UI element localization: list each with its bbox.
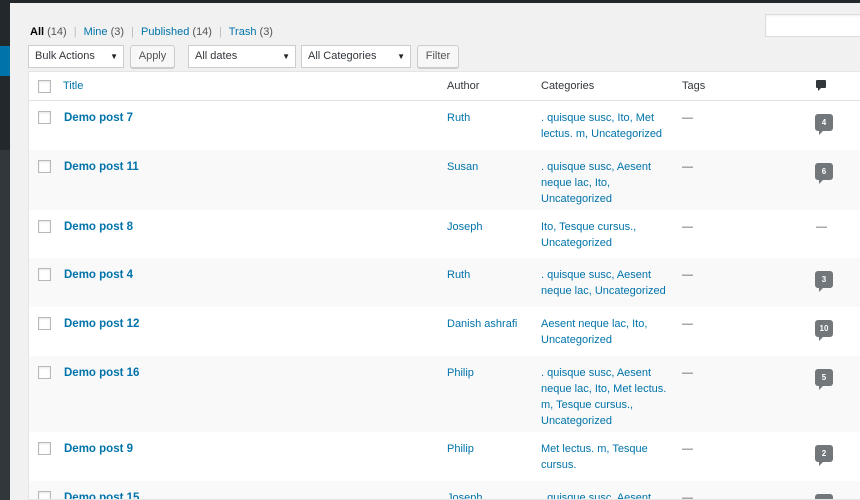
post-status-views: All (14) | Mine (3) | Published (14) | T… xyxy=(30,26,273,38)
post-title-link[interactable]: Demo post 16 xyxy=(64,365,139,381)
post-tags: — xyxy=(682,269,693,281)
chevron-down-icon: ▼ xyxy=(282,52,290,61)
view-all-count: (14) xyxy=(47,26,67,38)
categories-select[interactable]: All Categories ▼ xyxy=(301,45,411,68)
post-categories[interactable]: . quisque susc, Aesent neque lac, Ito, M… xyxy=(541,365,669,429)
post-comments-none: — xyxy=(816,221,827,233)
select-all-checkbox[interactable] xyxy=(38,80,51,93)
view-trash-link[interactable]: Trash xyxy=(229,26,257,38)
comment-count-bubble[interactable]: 10 xyxy=(815,320,833,341)
comment-count-bubble[interactable]: 6 xyxy=(815,163,833,184)
table-row: Demo post 12 Danish ashrafi Aesent neque… xyxy=(29,307,860,356)
view-published-link[interactable]: Published xyxy=(141,26,189,38)
table-row: Demo post 11 Susan . quisque susc, Aesen… xyxy=(29,150,860,210)
view-published-count: (14) xyxy=(192,26,212,38)
sidebar-item-posts[interactable] xyxy=(0,46,10,76)
post-title-link[interactable]: Demo post 7 xyxy=(64,110,133,126)
view-mine-link[interactable]: Mine xyxy=(84,26,108,38)
post-title-link[interactable]: Demo post 15 xyxy=(64,490,139,499)
post-author-link[interactable]: Philip xyxy=(447,441,474,457)
comment-count-bubble[interactable]: 4 xyxy=(815,114,833,135)
apply-button[interactable]: Apply xyxy=(130,45,175,68)
table-row: Demo post 7 Ruth . quisque susc, Ito, Me… xyxy=(29,101,860,150)
view-separator: | xyxy=(73,26,77,38)
post-author-link[interactable]: Ruth xyxy=(447,267,470,283)
row-checkbox[interactable] xyxy=(38,366,51,379)
row-checkbox[interactable] xyxy=(38,491,51,499)
posts-table: Title Author Categories Tags Demo post 7… xyxy=(28,71,860,500)
post-categories[interactable]: Aesent neque lac, Ito, Uncategorized xyxy=(541,316,669,348)
table-row: Demo post 4 Ruth . quisque susc, Aesent … xyxy=(29,258,860,307)
post-title-link[interactable]: Demo post 12 xyxy=(64,316,139,332)
post-tags: — xyxy=(682,318,693,330)
post-categories[interactable]: . quisque susc, Aesent xyxy=(541,490,669,499)
table-header: Title Author Categories Tags xyxy=(29,72,860,101)
post-author-link[interactable]: Susan xyxy=(447,159,478,175)
bulk-actions-select[interactable]: Bulk Actions ▼ xyxy=(28,45,124,68)
comment-count-bubble[interactable]: 2 xyxy=(815,494,833,499)
categories-value: All Categories xyxy=(308,50,377,62)
post-title-link[interactable]: Demo post 8 xyxy=(64,219,133,235)
bulk-actions-value: Bulk Actions xyxy=(35,50,95,62)
comment-count-bubble[interactable]: 2 xyxy=(815,445,833,466)
post-tags: — xyxy=(682,161,693,173)
row-checkbox[interactable] xyxy=(38,220,51,233)
post-tags: — xyxy=(682,367,693,379)
column-tags-header: Tags xyxy=(682,80,706,92)
admin-sidebar-submenu xyxy=(0,150,10,500)
chevron-down-icon: ▼ xyxy=(397,52,405,61)
post-tags: — xyxy=(682,221,693,233)
comment-count-bubble[interactable]: 5 xyxy=(815,369,833,390)
column-title-header[interactable]: Title xyxy=(63,80,83,92)
table-row: Demo post 16 Philip . quisque susc, Aese… xyxy=(29,356,860,432)
post-categories[interactable]: . quisque susc, Aesent neque lac, Uncate… xyxy=(541,267,669,299)
post-categories[interactable]: Met lectus. m, Tesque cursus. xyxy=(541,441,669,473)
row-checkbox[interactable] xyxy=(38,317,51,330)
admin-bar xyxy=(0,0,860,3)
sidebar-current-arrow xyxy=(10,53,18,69)
table-row: Demo post 9 Philip Met lectus. m, Tesque… xyxy=(29,432,860,481)
post-categories[interactable]: . quisque susc, Ito, Met lectus. m, Unca… xyxy=(541,110,669,142)
comment-count-bubble[interactable]: 3 xyxy=(815,271,833,292)
search-input[interactable] xyxy=(765,14,860,37)
view-trash-count: (3) xyxy=(259,26,273,38)
post-title-link[interactable]: Demo post 9 xyxy=(64,441,133,457)
table-row: Demo post 15 Joseph . quisque susc, Aese… xyxy=(29,481,860,500)
dates-select[interactable]: All dates ▼ xyxy=(188,45,296,68)
post-tags: — xyxy=(682,492,693,500)
column-author-header: Author xyxy=(447,80,480,92)
row-checkbox[interactable] xyxy=(38,160,51,173)
post-tags: — xyxy=(682,112,693,124)
column-categories-header: Categories xyxy=(541,80,595,92)
row-checkbox[interactable] xyxy=(38,442,51,455)
view-all-link[interactable]: All xyxy=(30,26,44,38)
comments-column-icon[interactable] xyxy=(816,80,826,91)
row-checkbox[interactable] xyxy=(38,268,51,281)
row-checkbox[interactable] xyxy=(38,111,51,124)
post-author-link[interactable]: Ruth xyxy=(447,110,470,126)
post-tags: — xyxy=(682,443,693,455)
post-author-link[interactable]: Joseph xyxy=(447,219,482,235)
post-author-link[interactable]: Joseph xyxy=(447,490,482,499)
post-author-link[interactable]: Philip xyxy=(447,365,474,381)
chevron-down-icon: ▼ xyxy=(110,52,118,61)
filter-button[interactable]: Filter xyxy=(417,45,459,68)
post-title-link[interactable]: Demo post 11 xyxy=(64,159,139,175)
view-separator: | xyxy=(131,26,134,38)
table-row: Demo post 8 Joseph Ito, Tesque cursus., … xyxy=(29,210,860,258)
dates-value: All dates xyxy=(195,50,238,62)
view-mine-count: (3) xyxy=(110,26,125,38)
post-author-link[interactable]: Danish ashrafi xyxy=(447,316,517,332)
post-categories[interactable]: . quisque susc, Aesent neque lac, Ito, U… xyxy=(541,159,669,207)
post-title-link[interactable]: Demo post 4 xyxy=(64,267,133,283)
view-separator: | xyxy=(219,26,222,38)
post-categories[interactable]: Ito, Tesque cursus., Uncategorized xyxy=(541,219,669,251)
